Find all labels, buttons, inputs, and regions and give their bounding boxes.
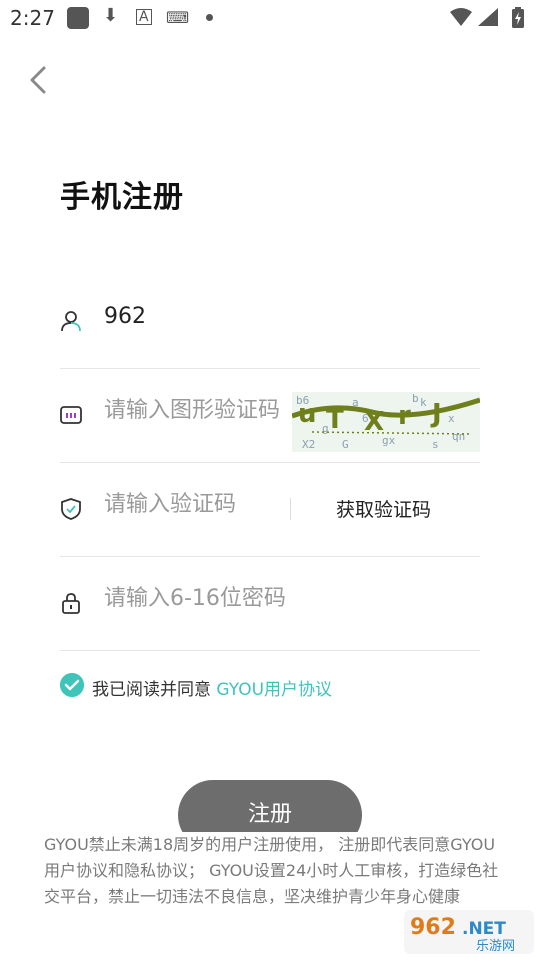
- svg-text:b: b: [412, 392, 419, 405]
- svg-text:G: G: [342, 438, 349, 451]
- phone-row: [60, 274, 480, 369]
- svg-text:x: x: [448, 412, 455, 425]
- user-agreement-link[interactable]: GYOU用户协议: [216, 680, 332, 700]
- a-icon: A: [136, 9, 152, 25]
- get-code-button[interactable]: 获取验证码: [336, 495, 431, 522]
- captcha-image[interactable]: b6 g a gx b x qn X2 G sk6 uTX rJ: [292, 392, 480, 452]
- app-icon: [67, 7, 89, 29]
- agreement-text: 我已阅读并同意 GYOU用户协议: [92, 675, 332, 700]
- svg-text:k: k: [420, 396, 427, 409]
- svg-text:u: u: [298, 399, 317, 429]
- status-bar: 2:27 ⬇ A ⌨: [0, 0, 540, 36]
- svg-text:X2: X2: [302, 438, 315, 451]
- password-row: [60, 556, 480, 651]
- svg-text:乐游网: 乐游网: [476, 939, 515, 954]
- dot-icon: [206, 14, 213, 21]
- svg-text:T: T: [326, 405, 344, 435]
- page-title: 手机注册: [60, 180, 184, 215]
- captcha-icon: [60, 406, 82, 424]
- notice-text: GYOU禁止未满18周岁的用户注册使用， 注册即代表同意GYOU用户协议和隐私协…: [44, 835, 499, 906]
- checkbox-checked-icon[interactable]: [60, 673, 84, 697]
- svg-text:962: 962: [410, 915, 456, 940]
- svg-text:qn: qn: [452, 430, 465, 443]
- divider: [290, 498, 291, 520]
- status-time: 2:27: [10, 6, 55, 30]
- svg-text:J: J: [430, 399, 442, 429]
- svg-text:r: r: [398, 401, 411, 431]
- download-icon: ⬇: [103, 5, 119, 26]
- agreement-prefix: 我已阅读并同意: [92, 680, 217, 700]
- keyboard-icon: ⌨: [166, 8, 190, 27]
- sms-code-row: 获取验证码: [60, 462, 480, 557]
- svg-text:.NET: .NET: [462, 919, 506, 939]
- captcha-row: b6ga gxbx qnX2G sk6 uTX rJ: [60, 368, 480, 463]
- phone-input[interactable]: [104, 304, 344, 329]
- shield-icon: [61, 498, 81, 520]
- lock-icon: [62, 593, 80, 614]
- wifi-icon: [450, 8, 472, 26]
- signal-icon: [478, 8, 498, 26]
- back-icon[interactable]: [26, 64, 54, 96]
- password-input[interactable]: [104, 586, 344, 611]
- user-icon: [61, 311, 81, 332]
- svg-text:s: s: [432, 438, 439, 451]
- status-right-icons: [450, 7, 524, 28]
- watermark-logo: 962 .NET 乐游网: [404, 910, 534, 954]
- sms-code-input[interactable]: [104, 492, 274, 517]
